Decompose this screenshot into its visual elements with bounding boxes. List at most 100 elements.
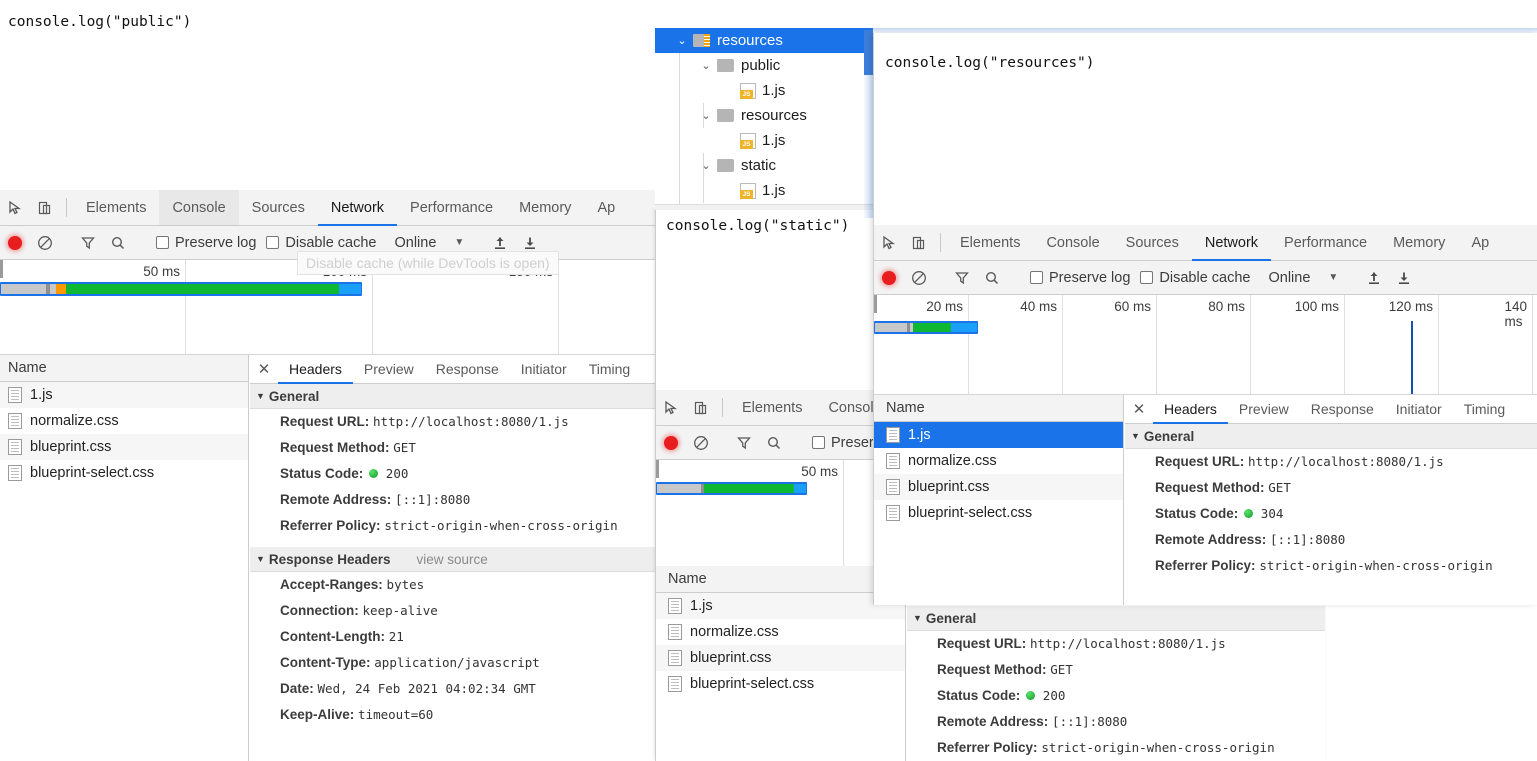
inspect-element-icon[interactable] [656, 390, 686, 425]
tree-node-static-1js[interactable]: 1.js [655, 178, 873, 203]
detail-tab-headers[interactable]: Headers [1153, 395, 1228, 424]
request-row-blueprint-select[interactable]: blueprint-select.css [874, 500, 1123, 526]
preserve-log-checkbox[interactable]: Preserve log [1030, 270, 1130, 286]
preserve-log-checkbox[interactable]: Preserve log [156, 235, 256, 251]
tab-application[interactable]: Ap [1458, 225, 1502, 260]
search-icon[interactable] [103, 235, 133, 251]
chevron-down-icon[interactable]: ⌄ [675, 34, 689, 47]
tab-performance[interactable]: Performance [1271, 225, 1380, 260]
disable-cache-box[interactable] [266, 236, 280, 249]
tab-sources[interactable]: Sources [1113, 225, 1192, 260]
tree-node-public[interactable]: ⌄ public [655, 53, 873, 78]
section-general-header[interactable]: ▼ General [907, 606, 1325, 631]
detail-tab-response[interactable]: Response [425, 355, 510, 383]
request-row-1js[interactable]: 1.js [656, 593, 905, 619]
code-editor-resources[interactable]: console.log("resources") [874, 33, 1537, 225]
export-har-icon[interactable] [1389, 270, 1419, 286]
section-general-header[interactable]: ▼ General [250, 384, 657, 409]
tab-elements[interactable]: Elements [73, 190, 159, 225]
request-name: blueprint-select.css [30, 464, 155, 481]
tab-memory[interactable]: Memory [506, 190, 584, 225]
tab-performance[interactable]: Performance [397, 190, 506, 225]
request-row-1js[interactable]: 1.js [874, 422, 1123, 448]
request-row-blueprint-select[interactable]: blueprint-select.css [656, 671, 905, 697]
detail-tab-preview[interactable]: Preview [1228, 395, 1300, 423]
detail-tab-preview[interactable]: Preview [353, 355, 425, 383]
export-har-icon[interactable] [515, 235, 545, 251]
view-source-link[interactable]: view source [416, 552, 487, 567]
devtools-2-timeline[interactable]: 20 ms 40 ms 60 ms 80 ms 100 ms 120 ms 14… [874, 295, 1537, 395]
tree-node-public-1js[interactable]: 1.js [655, 78, 873, 103]
disable-cache-checkbox[interactable]: Disable cache [1140, 270, 1250, 286]
chevron-down-icon[interactable]: ⌄ [699, 109, 713, 122]
request-row-normalize[interactable]: normalize.css [0, 408, 248, 434]
detail-tab-response[interactable]: Response [1300, 395, 1385, 423]
request-row-blueprint[interactable]: blueprint.css [874, 474, 1123, 500]
tree-node-resources-root[interactable]: ⌄ resources [655, 28, 873, 53]
inspect-element-icon[interactable] [0, 190, 30, 225]
chevron-down-icon[interactable]: ⌄ [699, 159, 713, 172]
throttle-select[interactable]: Online [394, 235, 436, 251]
name-column-header[interactable]: Name [656, 566, 905, 593]
request-row-normalize[interactable]: normalize.css [874, 448, 1123, 474]
tab-elements[interactable]: Elements [729, 390, 815, 425]
filter-icon[interactable] [73, 235, 103, 251]
search-icon[interactable] [759, 435, 789, 451]
preserve-log-box[interactable] [1030, 271, 1043, 284]
name-column-header[interactable]: Name [0, 355, 248, 382]
tab-sources[interactable]: Sources [239, 190, 318, 225]
chevron-down-icon[interactable]: ▼ [1328, 272, 1338, 283]
device-toolbar-icon[interactable] [686, 390, 716, 425]
filter-icon[interactable] [729, 435, 759, 451]
preserve-log-box[interactable] [156, 236, 169, 249]
close-icon[interactable]: ✕ [1125, 395, 1153, 423]
detail-tab-headers[interactable]: Headers [278, 355, 353, 384]
tab-console[interactable]: Console [159, 190, 239, 225]
section-response-headers-header[interactable]: ▼ Response Headers view source [250, 547, 657, 572]
inspect-element-icon[interactable] [874, 225, 904, 260]
code-editor-public[interactable]: console.log("public") [0, 0, 657, 190]
tree-node-resources-1js[interactable]: 1.js [655, 128, 873, 153]
tab-network[interactable]: Network [317, 190, 398, 226]
tab-application[interactable]: Ap [584, 190, 628, 225]
device-toolbar-icon[interactable] [30, 190, 60, 225]
name-column-header[interactable]: Name [874, 395, 1123, 422]
row-request-method: Request Method: GET [250, 435, 657, 461]
disable-cache-box[interactable] [1140, 271, 1154, 284]
row-status-code: Status Code: 304 [1125, 501, 1537, 527]
chevron-down-icon[interactable]: ⌄ [699, 59, 713, 72]
tree-node-resources[interactable]: ⌄ resources [655, 103, 873, 128]
record-button[interactable] [0, 235, 30, 250]
record-button[interactable] [874, 270, 904, 285]
tab-network[interactable]: Network [1191, 225, 1272, 261]
request-row-blueprint[interactable]: blueprint.css [0, 434, 248, 460]
clear-icon[interactable] [686, 435, 716, 451]
detail-tab-initiator[interactable]: Initiator [1385, 395, 1453, 423]
request-row-blueprint[interactable]: blueprint.css [656, 645, 905, 671]
tree-node-static[interactable]: ⌄ static [655, 153, 873, 178]
value-referrer-policy: strict-origin-when-cross-origin [1259, 558, 1493, 573]
detail-tab-timing[interactable]: Timing [578, 355, 642, 383]
disable-cache-checkbox[interactable]: Disable cache [266, 235, 376, 251]
import-har-icon[interactable] [485, 235, 515, 251]
close-icon[interactable]: ✕ [250, 355, 278, 383]
clear-icon[interactable] [30, 235, 60, 251]
tab-elements[interactable]: Elements [947, 225, 1033, 260]
detail-tab-timing[interactable]: Timing [1453, 395, 1517, 423]
request-row-1js[interactable]: 1.js [0, 382, 248, 408]
filter-icon[interactable] [947, 270, 977, 286]
preserve-log-box[interactable] [812, 436, 825, 449]
request-row-normalize[interactable]: normalize.css [656, 619, 905, 645]
throttle-select[interactable]: Online [1268, 270, 1310, 286]
device-toolbar-icon[interactable] [904, 225, 934, 260]
detail-tab-initiator[interactable]: Initiator [510, 355, 578, 383]
request-row-blueprint-select[interactable]: blueprint-select.css [0, 460, 248, 486]
import-har-icon[interactable] [1359, 270, 1389, 286]
record-button[interactable] [656, 435, 686, 450]
search-icon[interactable] [977, 270, 1007, 286]
clear-icon[interactable] [904, 270, 934, 286]
section-general-header[interactable]: ▼ General [1125, 424, 1537, 449]
tab-memory[interactable]: Memory [1380, 225, 1458, 260]
tab-console[interactable]: Console [1033, 225, 1112, 260]
chevron-down-icon[interactable]: ▼ [454, 237, 464, 248]
